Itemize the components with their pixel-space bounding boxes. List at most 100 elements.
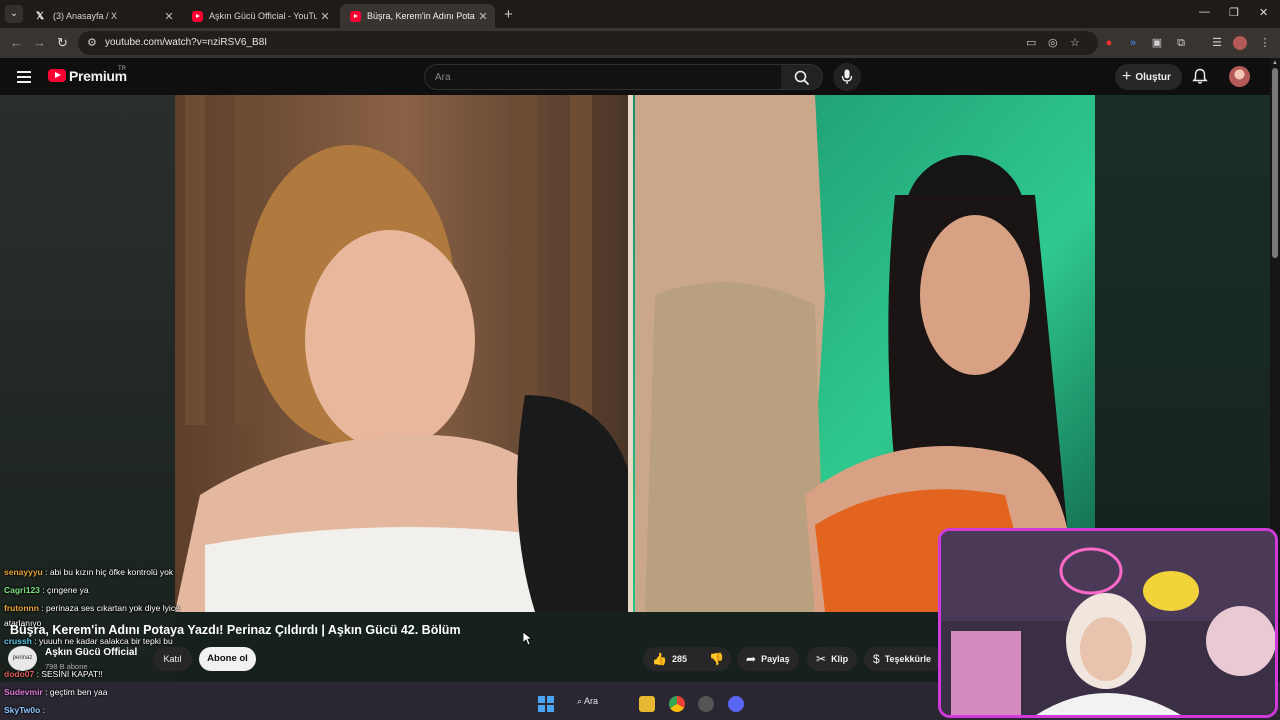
x-logo-icon: 𝕏 xyxy=(36,10,45,22)
chat-text: : geçtim ben yaa xyxy=(45,687,108,697)
youtube-icon xyxy=(192,10,203,22)
thanks-label: Teşekkürle xyxy=(884,654,932,664)
chat-text: : çıngene ya xyxy=(42,585,89,595)
share-arrow-icon: ➦ xyxy=(746,652,757,666)
browser-toolbar: ← → ↻ ⚙ youtube.com/watch?v=nziRSV6_B8I … xyxy=(0,28,1280,58)
subscribe-button[interactable]: Abone ol xyxy=(199,647,256,671)
chrome-icon[interactable] xyxy=(669,696,685,712)
channel-avatar[interactable]: perinaz xyxy=(8,646,37,671)
chat-message: dodo07 : SESİNİ KAPAT!! xyxy=(4,669,103,679)
share-label: Paylaş xyxy=(761,654,790,664)
join-button[interactable]: Katıl xyxy=(153,647,192,671)
youtube-icon xyxy=(350,10,361,22)
thanks-button[interactable]: $ Teşekkürle xyxy=(864,647,944,671)
chat-text: : abi bu kızın hiç öfke kontrolü yok xyxy=(45,567,174,577)
chat-message: Cagri123 : çıngene ya xyxy=(4,585,89,595)
search-placeholder: Ara xyxy=(435,72,451,83)
search-button[interactable] xyxy=(781,64,823,90)
chat-text: : SESİNİ KAPAT!! xyxy=(36,669,103,679)
discord-icon[interactable] xyxy=(728,696,744,712)
restore-button[interactable]: ❐ xyxy=(1229,6,1239,19)
clip-button[interactable]: ✂ Klip xyxy=(807,647,858,671)
tab-channel[interactable]: Aşkın Gücü Official - YouTube ✕ xyxy=(182,4,337,28)
search-input[interactable]: Ara xyxy=(424,64,782,90)
obs-icon[interactable] xyxy=(698,696,714,712)
super-thanks-icon: $ xyxy=(873,652,880,666)
close-icon[interactable]: ✕ xyxy=(475,10,491,23)
scrollbar-thumb[interactable] xyxy=(1272,68,1278,258)
chat-text: : xyxy=(42,705,45,715)
share-button[interactable]: ➦ Paylaş xyxy=(737,647,799,671)
address-bar[interactable]: ⚙ youtube.com/watch?v=nziRSV6_B8I ▭ ◎ ☆ xyxy=(78,31,1098,55)
bookmark-star-icon[interactable]: ☆ xyxy=(1070,36,1080,49)
profile-avatar[interactable] xyxy=(1233,36,1247,50)
menu-hamburger-icon[interactable] xyxy=(17,71,31,86)
region-code: TR xyxy=(118,66,126,72)
video-title: Büşra, Kerem'in Adını Potaya Yazdı! Peri… xyxy=(10,623,461,637)
minimize-button[interactable]: — xyxy=(1199,6,1210,18)
extension-record-icon[interactable]: ● xyxy=(1102,36,1116,50)
close-icon[interactable]: ✕ xyxy=(317,10,333,23)
webcam-feed xyxy=(941,531,1275,715)
chat-username: Sudevmir xyxy=(4,687,43,697)
chat-text: : yuuuh ne kadar salakca bir tepki bu xyxy=(34,636,173,646)
search-icon xyxy=(794,70,810,86)
tab-twitter[interactable]: 𝕏 (3) Anasayfa / X ✕ xyxy=(26,4,181,28)
taskbar-search-label: Ara xyxy=(584,696,599,706)
youtube-logo-icon[interactable] xyxy=(48,69,66,82)
like-count[interactable]: 285 xyxy=(672,654,687,664)
scissors-icon: ✂ xyxy=(816,652,827,666)
channel-name[interactable]: Aşkın Gücü Official xyxy=(45,647,137,658)
back-arrow-icon[interactable]: ← xyxy=(10,35,23,50)
browser-tab-strip: ⌄ 𝕏 (3) Anasayfa / X ✕ Aşkın Gücü Offici… xyxy=(0,0,1280,28)
file-explorer-icon[interactable] xyxy=(639,696,655,712)
plus-icon: + xyxy=(1122,68,1132,85)
like-dislike-group: 👍 285 👎 xyxy=(643,647,731,671)
url-text: youtube.com/watch?v=nziRSV6_B8I xyxy=(105,37,268,48)
chat-username: senayyyu xyxy=(4,567,43,577)
chat-message: senayyyu : abi bu kızın hiç öfke kontrol… xyxy=(4,567,173,577)
chat-message: frutonnn : perinaza ses cıkartan yok diy… xyxy=(4,603,180,613)
tab-title: Aşkın Gücü Official - YouTube xyxy=(209,11,317,21)
account-avatar[interactable] xyxy=(1229,66,1250,87)
microphone-icon xyxy=(841,69,853,84)
thumbs-down-icon[interactable]: 👎 xyxy=(709,652,724,666)
extensions-puzzle-icon[interactable]: ⧉ xyxy=(1174,36,1188,50)
notifications-bell-icon[interactable] xyxy=(1192,68,1208,85)
clip-label: Klip xyxy=(831,654,849,664)
menu-kebab-icon[interactable]: ⋮ xyxy=(1258,36,1272,50)
chat-username: Cagri123 xyxy=(4,585,40,595)
chat-message: SkyTw0o : xyxy=(4,705,45,715)
eye-off-icon[interactable]: ◎ xyxy=(1048,36,1058,49)
chat-username: frutonnn xyxy=(4,603,39,613)
tab-title: (3) Anasayfa / X xyxy=(53,11,118,21)
forward-arrow-icon[interactable]: → xyxy=(33,35,46,50)
chat-username: crussh xyxy=(4,636,32,646)
scroll-up-arrow-icon[interactable]: ▲ xyxy=(1272,60,1278,66)
thumbs-up-icon[interactable]: 👍 xyxy=(652,652,667,666)
chat-message: crussh : yuuuh ne kadar salakca bir tepk… xyxy=(4,636,173,646)
voice-search-button[interactable] xyxy=(833,63,861,91)
reading-list-icon[interactable]: ☰ xyxy=(1210,36,1224,50)
streamer-webcam xyxy=(938,528,1278,718)
site-info-icon[interactable]: ⚙ xyxy=(87,36,97,49)
reload-icon[interactable]: ↻ xyxy=(57,35,68,51)
close-icon[interactable]: ✕ xyxy=(161,10,177,23)
tab-title: Büşra, Kerem'in Adını Potaya Yazdı xyxy=(367,11,475,21)
tab-video[interactable]: Büşra, Kerem'in Adını Potaya Yazdı ✕ xyxy=(340,4,495,28)
new-tab-button[interactable]: + xyxy=(504,6,513,23)
create-button[interactable]: + Oluştur xyxy=(1115,64,1182,90)
chat-username: SkyTw0o xyxy=(4,705,41,715)
chat-username: dodo07 xyxy=(4,669,35,679)
extension-box-icon[interactable]: ▣ xyxy=(1150,36,1164,50)
cast-icon[interactable]: ▭ xyxy=(1026,36,1036,49)
window-close-button[interactable]: ✕ xyxy=(1259,6,1268,19)
tab-search-button[interactable]: ⌄ xyxy=(5,5,23,23)
taskbar-search[interactable]: ⌕ Ara xyxy=(577,696,598,707)
youtube-header: Premium TR Ara + Oluştur xyxy=(0,58,1280,95)
windows-start-icon[interactable] xyxy=(538,696,554,712)
extension-audio-icon[interactable]: » xyxy=(1126,36,1140,50)
chat-text: : perinaza ses cıkartan yok diye lyice xyxy=(41,603,180,613)
mouse-cursor-icon xyxy=(523,632,533,646)
create-label: Oluştur xyxy=(1135,71,1171,83)
